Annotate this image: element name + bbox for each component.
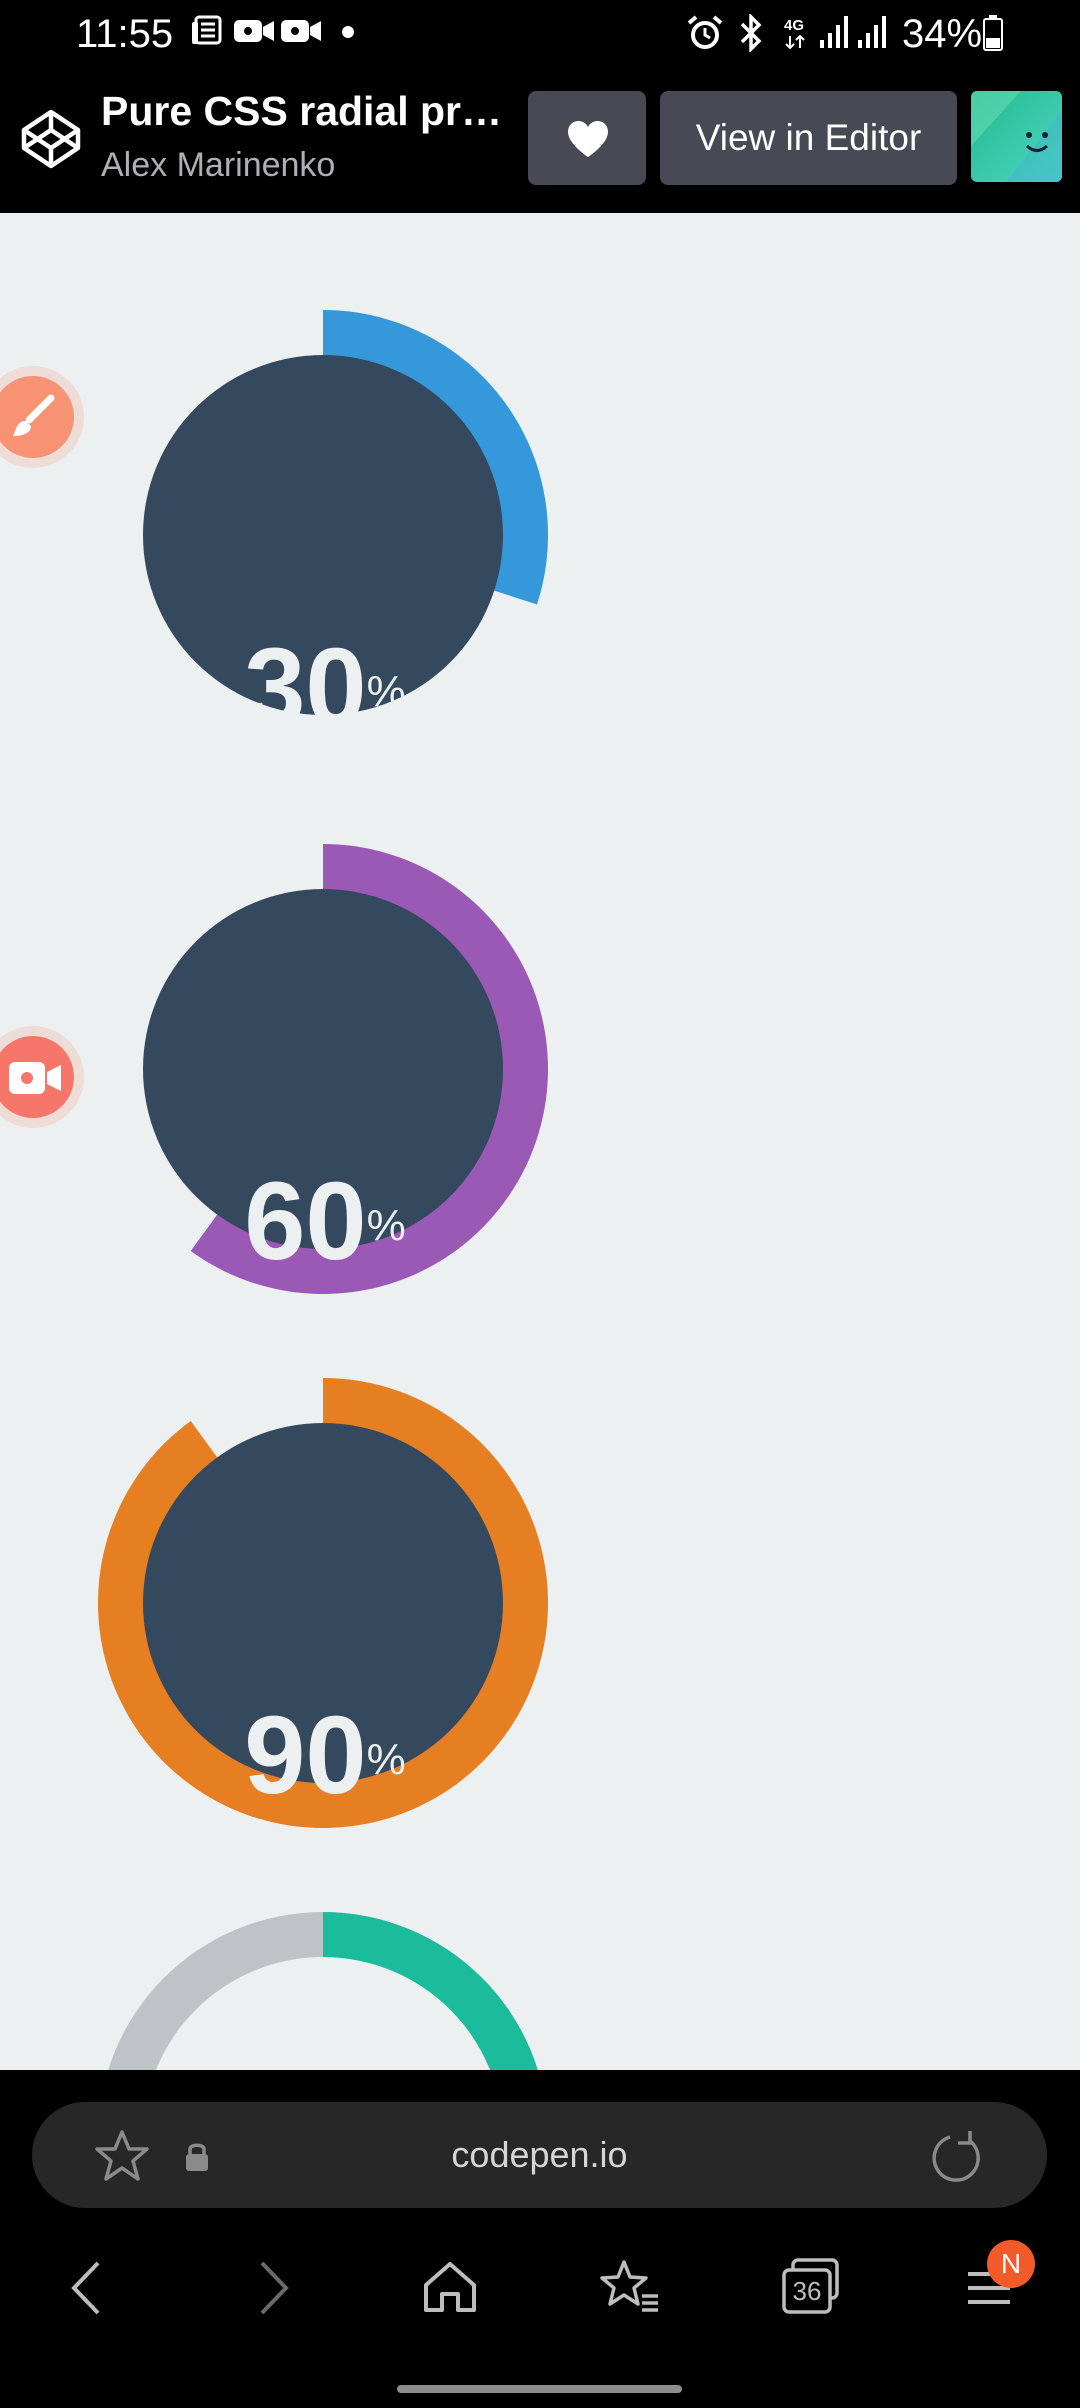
- home-indicator[interactable]: [397, 2385, 682, 2393]
- video-call-icon: [281, 20, 321, 42]
- back-icon[interactable]: [66, 2258, 106, 2318]
- codepen-logo-icon[interactable]: [20, 108, 82, 170]
- heart-icon: [568, 121, 608, 157]
- tabs-icon[interactable]: 36: [780, 2256, 842, 2316]
- progress-label-60: 60%: [244, 1160, 406, 1283]
- battery-percentage: 34%: [902, 12, 983, 56]
- dot-icon: [342, 26, 354, 38]
- avatar[interactable]: [971, 91, 1062, 182]
- reload-icon[interactable]: [928, 2129, 984, 2185]
- header: Pure CSS radial progr... Alex Marinenko …: [0, 68, 1080, 213]
- browser-toolbar: codepen.io 36 N: [0, 2070, 1080, 2408]
- notification-badge: N: [987, 2240, 1035, 2288]
- bookmarks-icon[interactable]: [598, 2258, 662, 2318]
- tab-count: 36: [792, 2276, 822, 2306]
- pen-preview: 30% 60% 90%: [0, 213, 1080, 2070]
- bluetooth-icon: [740, 14, 762, 52]
- svg-text:4G: 4G: [784, 17, 804, 34]
- progress-label-30: 30%: [244, 626, 406, 749]
- radial-progress-canvas: [98, 310, 548, 2070]
- signal-icon: [820, 16, 848, 48]
- progress-label-90: 90%: [244, 1694, 406, 1817]
- url-text: codepen.io: [451, 2134, 628, 2175]
- news-icon: [192, 15, 222, 45]
- home-icon[interactable]: [420, 2258, 480, 2318]
- brush-icon: [13, 394, 55, 436]
- address-bar[interactable]: codepen.io: [32, 2102, 1047, 2208]
- video-call-icon: [234, 20, 274, 42]
- battery-icon: [983, 15, 1003, 51]
- signal-icon: [858, 16, 886, 48]
- forward-icon[interactable]: [254, 2258, 294, 2318]
- pen-author[interactable]: Alex Marinenko: [101, 143, 335, 187]
- alarm-icon: [687, 15, 723, 49]
- pen-title: Pure CSS radial progr...: [101, 88, 521, 134]
- video-icon: [9, 1062, 61, 1094]
- heart-button[interactable]: [528, 91, 646, 185]
- view-in-editor-button[interactable]: View in Editor: [660, 91, 957, 185]
- status-time: 11:55: [76, 12, 174, 56]
- status-bar: 11:55 4G 34%: [0, 0, 1080, 68]
- 4g-icon: 4G: [784, 17, 805, 50]
